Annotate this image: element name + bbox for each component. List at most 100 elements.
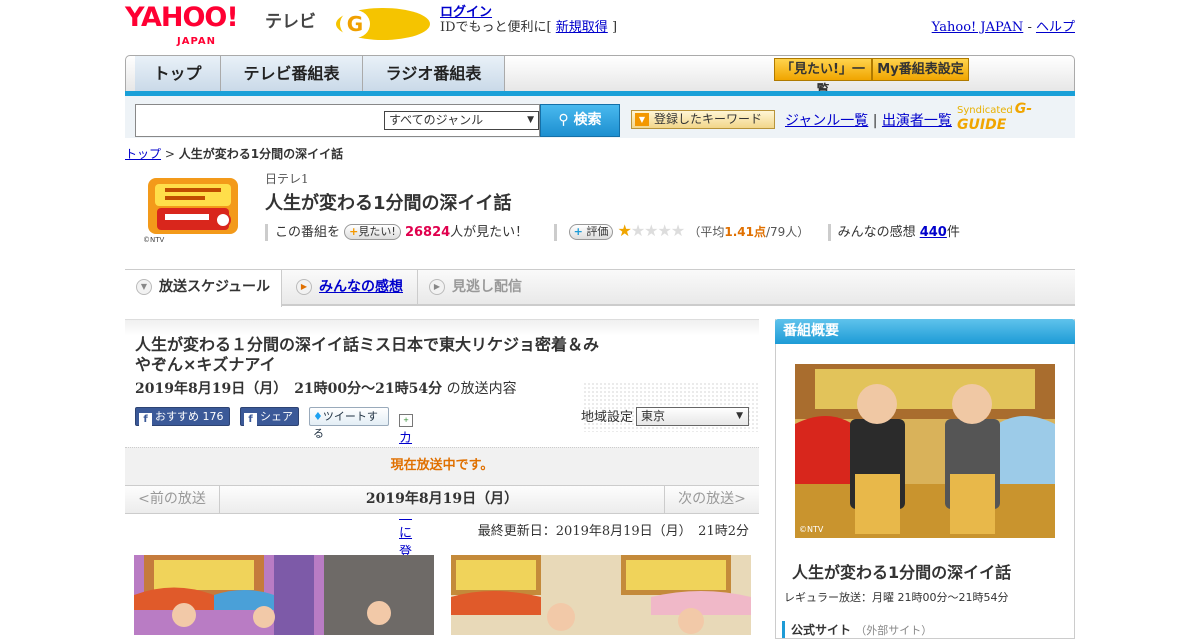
chevron-down-icon: ▼: [527, 115, 534, 125]
page: YAHOO! JAPAN テレビ G ログイン IDでもっと便利に[ 新規取得 …: [125, 0, 1075, 639]
program-logo: [143, 170, 243, 240]
program-subtabs: ▼ 放送スケジュール ▶ みんなの感想 ▶ 見逃し配信: [125, 269, 1075, 307]
breadcrumb-current: 人生が変わる1分間の深イイ話: [178, 147, 344, 161]
watch-list-button[interactable]: 「見たい!」一覧: [774, 58, 872, 98]
search-button-label: 検索: [573, 112, 602, 128]
help-link[interactable]: ヘルプ: [1036, 20, 1075, 35]
episode-photo: [134, 555, 434, 635]
rating-stars: ★★★★★: [617, 221, 685, 240]
region-label: 地域設定: [581, 410, 634, 425]
gguide-logo[interactable]: G: [335, 6, 432, 42]
region-setting: 地域設定 東京 ▼: [581, 406, 749, 426]
episode-main: 人生が変わる１分間の深イイ話ミス日本で東大リケジョ密着＆みやぞん×キズナアイ 2…: [125, 319, 759, 639]
episode-photo: [451, 555, 751, 635]
header-links: Yahoo! JAPAN - ヘルプ: [932, 16, 1075, 35]
search-button[interactable]: ⚲ 検索: [540, 104, 620, 137]
fb-count: 176: [202, 410, 224, 423]
next-episode-button[interactable]: 次の放送>: [664, 486, 759, 513]
tab-catchup[interactable]: ▶ 見逃し配信: [417, 270, 537, 304]
program-image-photo: ©NTV: [795, 364, 1055, 538]
search-links: ジャンル一覧 | 出演者一覧: [785, 110, 952, 130]
episode-header: 人生が変わる１分間の深イイ話ミス日本で東大リケジョ密着＆みやぞん×キズナアイ 2…: [125, 319, 759, 579]
dropdown-icon: ▼: [635, 113, 649, 126]
plus-icon: +: [349, 225, 359, 238]
calendar-icon: +: [399, 414, 413, 427]
play-icon: ▶: [296, 279, 312, 295]
search-bar: すべてのジャンル ▼ ⚲ 検索 ▼ 登録したキーワード ジャンル一覧 | 出演者…: [125, 96, 1075, 138]
episode-date-value: 2019年8月19日（月） 21時00分～21時54分: [135, 381, 443, 397]
regular-broadcast: レギュラー放送：月曜 21時00分～21時54分: [784, 591, 1009, 604]
impressions-label: みんなの感想: [837, 225, 916, 240]
login-link[interactable]: ログイン: [440, 5, 492, 20]
saved-keyword-label: 登録したキーワード: [654, 112, 763, 126]
program-title: 人生が変わる1分間の深イイ話: [265, 193, 512, 214]
global-nav: トップ テレビ番組表 ラジオ番組表 「見たい!」一覧 My番組表設定: [125, 55, 1075, 98]
program-logo-image: [148, 178, 238, 234]
yahoo-japan-link[interactable]: Yahoo! JAPAN: [932, 20, 1024, 35]
rating-average: 1.41点: [724, 225, 766, 239]
nav-tab-tv-schedule[interactable]: テレビ番組表: [221, 56, 363, 92]
svg-text:G: G: [347, 12, 363, 36]
nav-tab-radio-schedule[interactable]: ラジオ番組表: [363, 56, 505, 92]
official-site-label: 公式サイト: [791, 623, 852, 637]
tab-impressions-label: みんなの感想: [319, 279, 403, 295]
episode-date: 2019年8月19日（月） 21時00分～21時54分 の放送内容: [135, 378, 517, 398]
tab-impressions[interactable]: ▶ みんなの感想: [285, 270, 415, 304]
episode-date-suffix: の放送内容: [446, 381, 517, 397]
summary-title: 人生が変わる1分間の深イイ話: [792, 563, 1012, 582]
genre-select-value: すべてのジャンル: [389, 113, 484, 127]
cast-list-link[interactable]: 出演者一覧: [882, 113, 952, 129]
tweet-label: ツイートする: [313, 410, 378, 440]
nav-tab-top[interactable]: トップ: [135, 56, 221, 92]
login-close: ]: [611, 20, 618, 35]
site-header: YAHOO! JAPAN テレビ G ログイン IDでもっと便利に[ 新規取得 …: [125, 0, 1075, 50]
breadcrumb: トップ > 人生が変わる1分間の深イイ話: [125, 145, 343, 162]
twitter-icon: ♦: [313, 410, 323, 423]
prev-episode-button[interactable]: <前の放送: [125, 486, 220, 513]
tab-catchup-label: 見逃し配信: [452, 279, 522, 295]
impressions-count-link[interactable]: 440: [920, 225, 947, 240]
impressions-unit: 件: [946, 225, 960, 240]
channel-name: 日テレ1: [265, 172, 309, 186]
episode-photo-image: [134, 555, 434, 635]
want-to-watch-button[interactable]: +見たい!: [344, 224, 401, 240]
episode-photo-image: [451, 555, 751, 635]
search-icon: ⚲: [558, 112, 569, 128]
header-separator: -: [1027, 20, 1032, 35]
program-summary: 番組概要 ©NTV 人生が変わる1分間の深イイ話 レギュラー放送：月曜 21時0…: [775, 319, 1075, 639]
program-info: この番組を +見たい! 26824人が見たい！ + 評価 ★★★★★ （平均1.…: [265, 221, 1085, 241]
chevron-down-icon: ▼: [736, 411, 743, 421]
link-divider: |: [872, 113, 878, 129]
gguide-logo-icon: G: [336, 8, 430, 40]
chevron-down-icon: ▼: [136, 279, 152, 295]
rating-open: （平均: [688, 225, 725, 239]
yahoo-logo[interactable]: YAHOO! JAPAN: [125, 4, 239, 48]
watch-prefix: この番組を: [275, 225, 341, 240]
region-select[interactable]: 東京 ▼: [636, 407, 749, 426]
facebook-share-button[interactable]: f シェア: [240, 407, 299, 426]
rating-count: /79人）: [765, 225, 810, 239]
region-select-value: 東京: [641, 409, 666, 423]
tweet-button[interactable]: ♦ツイートする: [309, 407, 389, 440]
summary-header: 番組概要: [775, 319, 1075, 344]
fb-share-label: シェア: [260, 410, 293, 423]
genre-list-link[interactable]: ジャンル一覧: [785, 113, 868, 129]
facebook-recommend-button[interactable]: f おすすめ 176: [135, 407, 230, 426]
now-airing-banner: 現在放送中です。: [125, 447, 759, 485]
my-schedule-button[interactable]: My番組表設定: [872, 58, 969, 81]
tv-logo[interactable]: テレビ: [265, 7, 316, 32]
facebook-icon: f: [139, 413, 152, 426]
breadcrumb-top-link[interactable]: トップ: [125, 147, 161, 161]
saved-keyword-button[interactable]: ▼ 登録したキーワード: [631, 110, 775, 129]
rate-button[interactable]: + 評価: [568, 224, 614, 240]
tab-schedule[interactable]: ▼ 放送スケジュール: [125, 270, 282, 307]
current-episode-date: 2019年8月19日（月）: [365, 491, 519, 507]
watch-count: 26824: [404, 225, 451, 240]
breadcrumb-separator: >: [164, 147, 175, 161]
watch-suffix: 人が見たい！: [450, 225, 529, 240]
image-copyright: ©NTV: [799, 525, 824, 534]
genre-select[interactable]: すべてのジャンル ▼: [384, 111, 539, 130]
signup-link[interactable]: 新規取得: [556, 20, 608, 35]
logo-copyright: ©NTV: [143, 236, 165, 244]
syndicated-logo: Syndicated G-GUIDE: [957, 101, 1075, 133]
